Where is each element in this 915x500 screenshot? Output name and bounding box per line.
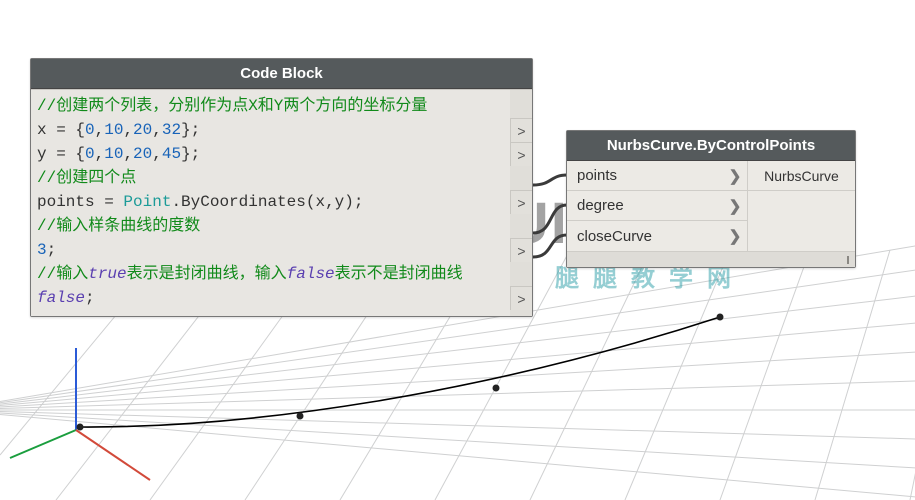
code-text: }; [181, 145, 200, 163]
code-keyword: false [287, 265, 335, 283]
output-port-degree[interactable]: > [510, 238, 532, 262]
code-text: ; [85, 289, 95, 307]
output-port-close[interactable]: > [510, 286, 532, 310]
node-footer[interactable] [567, 251, 855, 267]
code-comment: //创建四个点 [37, 169, 136, 187]
code-number: 0 [85, 121, 95, 139]
resize-handle-icon[interactable] [847, 256, 849, 264]
code-number: 10 [104, 121, 123, 139]
code-number: 20 [133, 121, 152, 139]
code-text: points = [37, 193, 123, 211]
code-number: 3 [37, 241, 47, 259]
output-port-y[interactable]: > [510, 142, 532, 166]
output-port-x[interactable]: > [510, 118, 532, 142]
code-number: 10 [104, 145, 123, 163]
code-text: .ByCoordinates(x,y); [171, 193, 363, 211]
chevron-right-icon: ❯ [723, 167, 747, 185]
code-number: 45 [162, 145, 181, 163]
output-port-column: > > > > > [510, 90, 532, 316]
input-port-points[interactable]: points ❯ [567, 161, 747, 191]
code-comment: 表示不是封闭曲线 [335, 265, 463, 283]
code-number: 32 [162, 121, 181, 139]
input-label: closeCurve [567, 228, 723, 245]
code-text: ; [47, 241, 57, 259]
code-block-node[interactable]: Code Block //创建两个列表，分别作为点X和Y两个方向的坐标分量 x … [30, 58, 533, 317]
code-keyword: false [37, 289, 85, 307]
input-port-closecurve[interactable]: closeCurve ❯ [567, 221, 747, 251]
code-comment: //输入 [37, 265, 88, 283]
code-comment: //输入样条曲线的度数 [37, 217, 200, 235]
input-label: points [567, 167, 723, 184]
input-label: degree [567, 197, 723, 214]
code-comment: //创建两个列表，分别作为点X和Y两个方向的坐标分量 [37, 97, 427, 115]
nurbscurve-node[interactable]: NurbsCurve.ByControlPoints points ❯ degr… [566, 130, 856, 268]
code-type: Point [123, 193, 171, 211]
code-keyword: true [88, 265, 126, 283]
node-title[interactable]: Code Block [31, 59, 532, 89]
node-title[interactable]: NurbsCurve.ByControlPoints [567, 131, 855, 161]
code-text: }; [181, 121, 200, 139]
code-number: 0 [85, 145, 95, 163]
output-port-nurbscurve[interactable]: NurbsCurve [748, 161, 855, 191]
code-text: x = { [37, 121, 85, 139]
input-port-degree[interactable]: degree ❯ [567, 191, 747, 221]
chevron-right-icon: ❯ [723, 197, 747, 215]
code-editor[interactable]: //创建两个列表，分别作为点X和Y两个方向的坐标分量 x = {0,10,20,… [31, 90, 510, 316]
code-text: y = { [37, 145, 85, 163]
chevron-right-icon: ❯ [723, 227, 747, 245]
code-comment: 表示是封闭曲线，输入 [127, 265, 287, 283]
output-port-points[interactable]: > [510, 190, 532, 214]
code-number: 20 [133, 145, 152, 163]
